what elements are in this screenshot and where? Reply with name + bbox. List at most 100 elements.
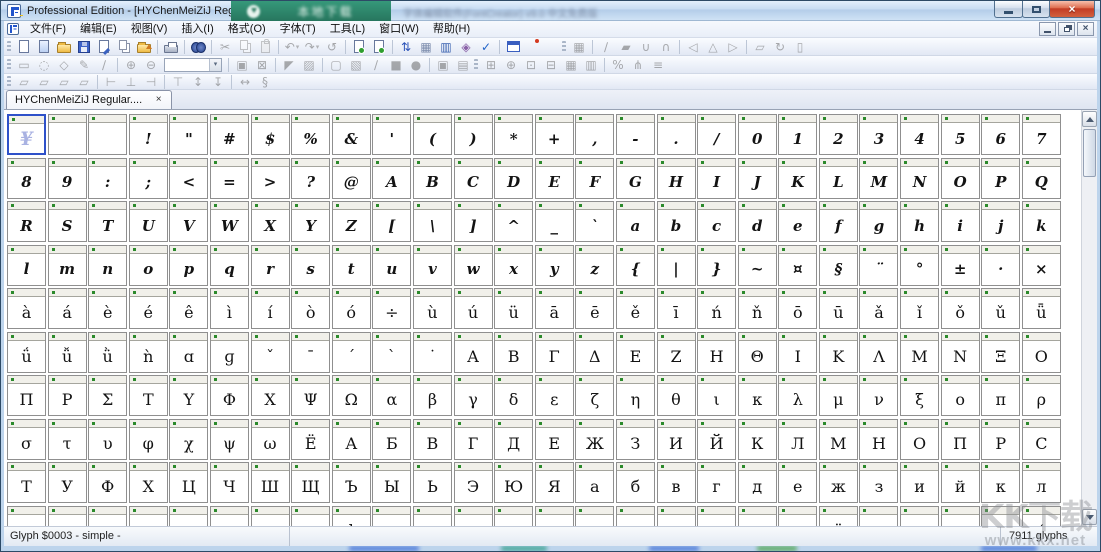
glyph-cell[interactable]: Κ <box>819 332 858 373</box>
glyph-cell[interactable]: T <box>88 201 127 242</box>
menu-item-format[interactable]: 格式(O) <box>221 21 273 37</box>
glyph-cell[interactable]: } <box>697 245 736 286</box>
glyph-cell[interactable]: $ <box>251 114 290 155</box>
glyph-cell[interactable]: 8 <box>7 158 46 199</box>
glyph-cell[interactable]: Ы <box>372 462 411 503</box>
glyph-cell[interactable]: ˊ <box>332 332 371 373</box>
glyph-cell[interactable]: ˉ <box>291 332 330 373</box>
glyph-cell[interactable]: ǜ <box>88 332 127 373</box>
glyph-cell[interactable]: Ъ <box>332 462 371 503</box>
glyph-cell[interactable]: Χ <box>251 375 290 416</box>
glyph-cell[interactable]: W <box>210 201 249 242</box>
glyph-cell[interactable]: μ <box>819 375 858 416</box>
glyph-cell[interactable]: ι <box>697 375 736 416</box>
toolbar-grip[interactable] <box>7 76 11 88</box>
glyph-cell[interactable]: è <box>88 288 127 329</box>
glyph-cell[interactable]: θ <box>657 375 696 416</box>
font-properties-button[interactable]: ◈ <box>457 39 475 55</box>
glyph-cell[interactable]: β <box>413 375 452 416</box>
glyph-cell[interactable]: Q <box>1022 158 1061 199</box>
glyph-cell[interactable]: σ <box>7 419 46 460</box>
glyph-cell[interactable]: ю <box>738 506 777 527</box>
glyph-cell[interactable]: Ю <box>494 462 533 503</box>
glyph-cell[interactable]: Τ <box>129 375 168 416</box>
glyph-cell[interactable]: z <box>575 245 614 286</box>
glyph-cell[interactable]: р <box>169 506 208 527</box>
glyph-cell[interactable]: ч <box>454 506 493 527</box>
glyph-cell[interactable]: я <box>778 506 817 527</box>
insert-characters-button[interactable] <box>370 39 388 55</box>
glyph-cell[interactable]: a <box>616 201 655 242</box>
glyph-cell[interactable]: к <box>981 462 1020 503</box>
glyph-cell[interactable]: V <box>169 201 208 242</box>
glyph-cell[interactable]: % <box>291 114 330 155</box>
glyph-cell[interactable]: " <box>169 114 208 155</box>
glyph-cell[interactable]: ǎ <box>859 288 898 329</box>
glyph-cell[interactable]: Η <box>697 332 736 373</box>
minimize-button[interactable] <box>994 1 1023 18</box>
glyph-cell[interactable]: c <box>697 201 736 242</box>
mdi-minimize-button[interactable] <box>1039 22 1056 36</box>
glyph-cell[interactable]: E <box>535 158 574 199</box>
glyph-cell[interactable]: Λ <box>859 332 898 373</box>
glyph-cell[interactable]: ^ <box>494 201 533 242</box>
glyph-cell[interactable]: ū <box>819 288 858 329</box>
chevron-down-icon[interactable]: ▾ <box>209 59 221 71</box>
glyph-cell[interactable]: 0 <box>738 114 777 155</box>
menu-item-font[interactable]: 字体(T) <box>273 21 323 37</box>
glyph-cell[interactable]: Ρ <box>48 375 87 416</box>
glyph-cell[interactable]: е <box>778 462 817 503</box>
glyph-cell[interactable]: ζ <box>575 375 614 416</box>
glyph-cell[interactable]: Ο <box>1022 332 1061 373</box>
glyph-cell[interactable]: ? <box>291 158 330 199</box>
glyph-cell[interactable]: Й <box>697 419 736 460</box>
glyph-cell[interactable]: с <box>210 506 249 527</box>
menu-item-tools[interactable]: 工具(L) <box>323 21 372 37</box>
glyph-cell[interactable]: щ <box>535 506 574 527</box>
glyph-cell[interactable]: R <box>7 201 46 242</box>
glyph-cell[interactable]: ǹ <box>129 332 168 373</box>
validate-font-button[interactable]: ✓ <box>477 39 495 55</box>
glyph-cell[interactable]: 9 <box>48 158 87 199</box>
glyph-cell[interactable]: ˇ <box>251 332 290 373</box>
glyph-cell[interactable]: ě <box>616 288 655 329</box>
glyph-cell[interactable]: ± <box>941 245 980 286</box>
glyph-cell[interactable]: ň <box>738 288 777 329</box>
glyph-cell[interactable]: Π <box>7 375 46 416</box>
glyph-cell[interactable]: # <box>210 114 249 155</box>
menu-item-edit[interactable]: 编辑(E) <box>73 21 124 37</box>
menu-item-help[interactable]: 帮助(H) <box>426 21 477 37</box>
glyph-cell[interactable]: в <box>657 462 696 503</box>
glyph-cell[interactable]: Ω <box>332 375 371 416</box>
glyph-cell[interactable]: – <box>859 506 898 527</box>
glyph-cell[interactable]: ф <box>332 506 371 527</box>
glyph-cell[interactable]: В <box>413 419 452 460</box>
glyph-cell[interactable]: d <box>738 201 777 242</box>
glyph-cell[interactable]: н <box>48 506 87 527</box>
document-tab[interactable]: HYChenMeiZiJ Regular.... × <box>6 90 172 109</box>
glyph-cell[interactable]: { <box>616 245 655 286</box>
glyph-cell[interactable]: Γ <box>535 332 574 373</box>
glyph-cell[interactable]: ¨ <box>859 245 898 286</box>
glyph-cell[interactable]: З <box>616 419 655 460</box>
complete-composites-button[interactable]: ▦ <box>417 39 435 55</box>
glyph-cell[interactable]: < <box>169 158 208 199</box>
mdi-close-button[interactable]: × <box>1077 22 1094 36</box>
glyph-cell[interactable]: . <box>657 114 696 155</box>
glyph-cell[interactable]: ‘ <box>1022 506 1061 527</box>
glyph-cell[interactable]: ` <box>575 201 614 242</box>
glyph-cell[interactable]: Ψ <box>291 375 330 416</box>
maximize-button[interactable] <box>1022 1 1050 18</box>
scroll-down-button[interactable] <box>1082 509 1097 525</box>
glyph-cell[interactable]: @ <box>332 158 371 199</box>
glyph-cell[interactable]: ω <box>251 419 290 460</box>
glyph-cell[interactable]: Э <box>454 462 493 503</box>
glyph-cell[interactable]: л <box>1022 462 1061 503</box>
glyph-cell[interactable]: γ <box>454 375 493 416</box>
menu-item-file[interactable]: 文件(F) <box>23 21 73 37</box>
glyph-cell[interactable]: o <box>129 245 168 286</box>
glyph-cell[interactable]: Ё <box>291 419 330 460</box>
glyph-cell[interactable]: M <box>859 158 898 199</box>
glyph-cell[interactable]: ё <box>819 506 858 527</box>
glyph-cell[interactable]: Θ <box>738 332 777 373</box>
